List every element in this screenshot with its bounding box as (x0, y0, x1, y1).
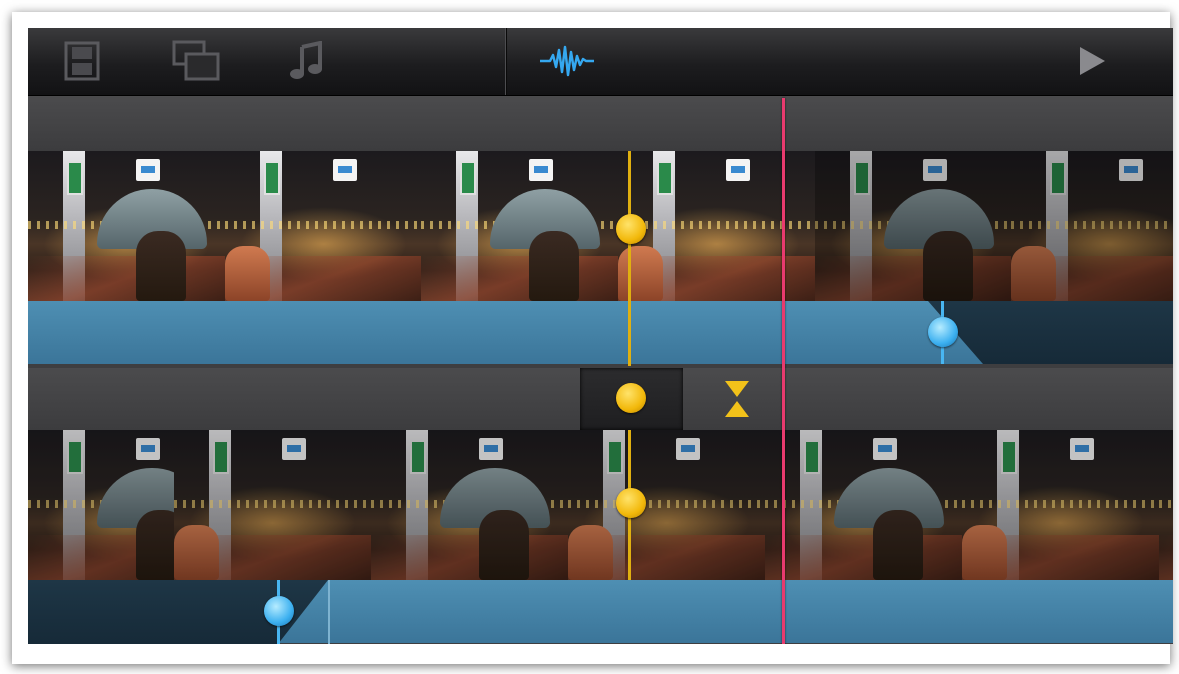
audio-waveform-button[interactable] (536, 38, 598, 84)
frame-detail (962, 525, 1007, 580)
frame-detail (225, 221, 422, 229)
frame-detail (618, 221, 815, 229)
frame-detail (804, 440, 821, 474)
play-button[interactable] (1068, 38, 1114, 84)
frame-detail (136, 159, 161, 181)
video-frame-thumbnail (1011, 151, 1173, 301)
video-frame-thumbnail (815, 151, 1012, 301)
track-marker-line-top (628, 151, 631, 366)
transition-handle[interactable] (616, 383, 646, 413)
frame-detail (607, 440, 624, 474)
picture-in-picture-icon (172, 40, 220, 81)
filmstrip-icon (64, 41, 100, 81)
frame-detail (1159, 500, 1173, 508)
primary-volume-handle[interactable] (928, 317, 958, 347)
frame-detail (1011, 246, 1056, 301)
video-frame-thumbnail (225, 151, 422, 301)
frame-detail (264, 161, 281, 195)
waveform-icon (540, 45, 594, 77)
frame-detail (618, 246, 663, 301)
frame-detail (815, 256, 1012, 301)
music-button[interactable] (284, 38, 330, 84)
frame-detail (136, 231, 187, 301)
track-marker-handle-top[interactable] (616, 214, 646, 244)
video-frame-thumbnail (1159, 430, 1173, 580)
video-frame-thumbnail (765, 430, 962, 580)
frame-detail (174, 525, 219, 580)
playhead[interactable] (782, 98, 785, 644)
hourglass-icon[interactable] (724, 380, 750, 418)
video-editor-timeline (28, 28, 1173, 644)
frame-detail (479, 510, 530, 580)
frame-detail (28, 256, 225, 301)
frame-detail (1001, 440, 1018, 474)
music-note-icon (290, 41, 322, 79)
frame-detail (657, 161, 674, 195)
picture-in-picture-button[interactable] (168, 38, 224, 84)
video-frame-thumbnail (371, 430, 568, 580)
frame-detail (479, 438, 504, 460)
frame-detail (923, 231, 974, 301)
frame-detail (1011, 221, 1173, 229)
frame-detail (67, 161, 84, 195)
frame-detail (854, 161, 871, 195)
track-marker-handle-bottom[interactable] (616, 488, 646, 518)
frame-detail (568, 525, 613, 580)
frame-detail (962, 500, 1159, 508)
filmstrip-button[interactable] (58, 38, 106, 84)
secondary-video-track[interactable] (28, 430, 1173, 580)
frame-detail (421, 256, 618, 301)
secondary-volume-handle[interactable] (264, 596, 294, 626)
play-icon (1080, 47, 1105, 75)
frame-detail (225, 246, 270, 301)
frame-detail (873, 438, 898, 460)
frame-detail (1070, 438, 1095, 460)
video-frame-thumbnail (421, 151, 618, 301)
frame-detail (676, 438, 701, 460)
video-frame-thumbnail (568, 430, 765, 580)
clip-boundary-line (328, 580, 330, 644)
frame-detail (136, 438, 161, 460)
frame-detail (333, 159, 358, 181)
primary-video-track[interactable] (28, 151, 1173, 301)
frame-detail (282, 438, 307, 460)
frame-detail (529, 231, 580, 301)
frame-detail (923, 159, 948, 181)
video-frame-thumbnail (174, 430, 371, 580)
frame-detail (726, 159, 751, 181)
frame-detail (568, 500, 765, 508)
frame-detail (67, 440, 84, 474)
frame-detail (1119, 159, 1144, 181)
toolbar-divider (505, 28, 506, 95)
frame-detail (1159, 535, 1173, 580)
video-frame-thumbnail (962, 430, 1159, 580)
video-frame-thumbnail (618, 151, 815, 301)
frame-detail (213, 440, 230, 474)
frame-detail (529, 159, 554, 181)
frame-detail (174, 500, 371, 508)
video-frame-thumbnail (28, 151, 225, 301)
frame-detail (410, 440, 427, 474)
frame-detail (765, 535, 962, 580)
timeline-top-spacer (28, 96, 1173, 151)
frame-detail (371, 535, 568, 580)
timeline-toolbar (28, 28, 1173, 96)
frame-detail (460, 161, 477, 195)
frame-detail (1050, 161, 1067, 195)
frame-detail (873, 510, 924, 580)
